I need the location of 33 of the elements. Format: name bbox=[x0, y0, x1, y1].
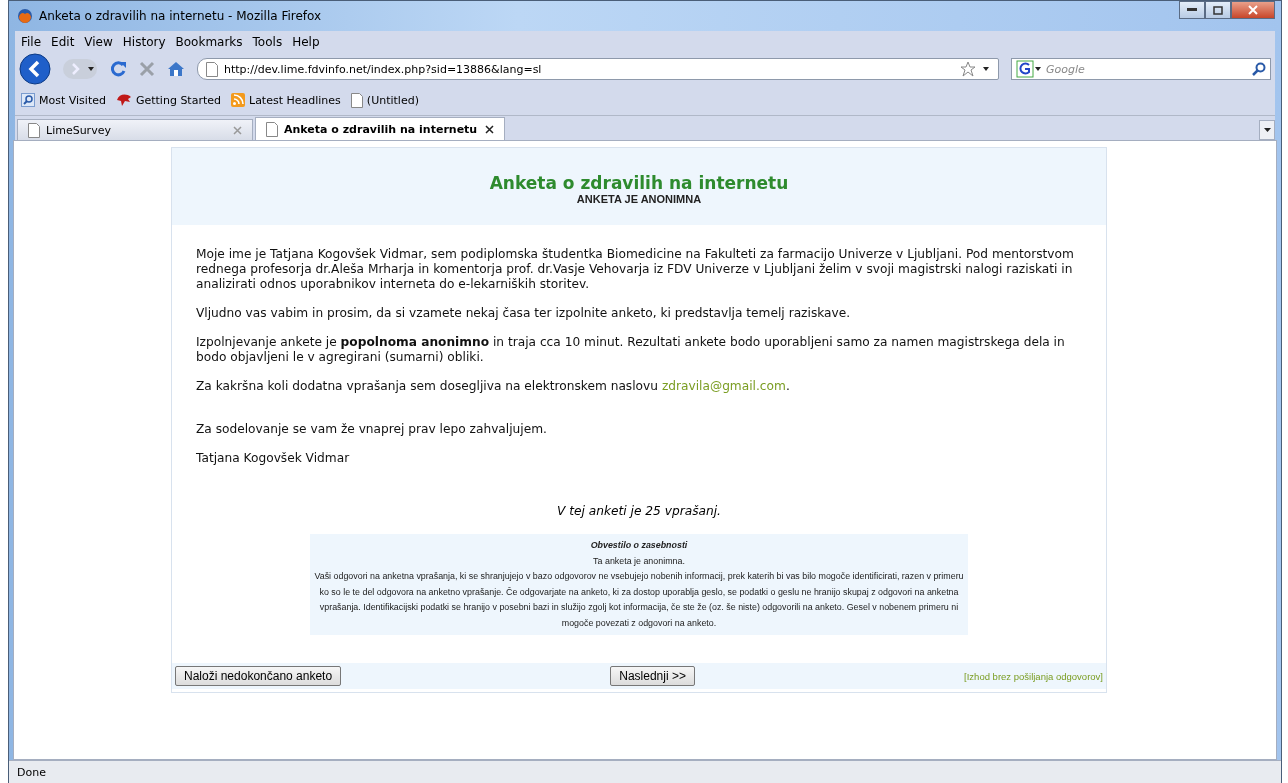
privacy-text: Ta anketa je anonimna. bbox=[592, 554, 686, 568]
menu-item[interactable]: View bbox=[84, 35, 113, 49]
search-field[interactable]: Google bbox=[1011, 58, 1271, 80]
question-count: V tej anketi je 25 vprašanj. bbox=[556, 504, 722, 518]
menu-item[interactable]: History bbox=[122, 35, 166, 49]
browser-tab[interactable]: LimeSurvey bbox=[17, 119, 253, 140]
menu-item[interactable]: Tools bbox=[252, 35, 283, 49]
survey-subtitle: ANKETA JE ANONIMNA bbox=[576, 192, 702, 205]
menu-item[interactable]: Help bbox=[292, 35, 320, 49]
url-text: http://dev.lime.fdvinfo.net/index.php?sid=13886&lang=sl bbox=[224, 62, 543, 76]
paragraph: Izpolnjevanje ankete je popolnoma anonimno in traja cca 10 minut. Rezultati ankete bodo uporabljeni samo za namen magistrskega dela in bodo objavljeni le v agregirani (sumarni) obliki. bbox=[196, 335, 1066, 365]
address-field[interactable]: http://dev.lime.fdvinfo.net/index.php?sid=13886&lang=sl bbox=[197, 58, 999, 80]
paragraph: Za kakršna koli dodatna vprašanja sem dosegljiva na elektronskem naslovu zdravila@gmail.com. bbox=[196, 379, 791, 394]
menu-item[interactable]: Edit bbox=[51, 35, 75, 49]
search-placeholder: Google bbox=[1046, 62, 1086, 76]
window-title: Anketa o zdravilih na internetu - Mozilla Firefox bbox=[39, 9, 322, 23]
bookmark-link[interactable]: Latest Headlines bbox=[249, 93, 341, 107]
load-survey-button[interactable]: Naloži nedokončano anketo bbox=[175, 666, 342, 686]
next-button[interactable]: Naslednji >> bbox=[610, 666, 695, 686]
paragraph: Za sodelovanje se vam že vnaprej prav lepo zahvaljujem. bbox=[196, 422, 548, 437]
bookmark-link[interactable]: Most Visited bbox=[39, 93, 106, 107]
privacy-title: Obvestilo o zasebnosti bbox=[589, 539, 689, 552]
bookmark-link[interactable]: (Untitled) bbox=[366, 93, 419, 107]
status-text: Done bbox=[17, 765, 46, 779]
privacy-text: Vaši odgovori na anketna vprašanja, ki se shranjujejo v bazo odgovorov ne vsebujejo nobenih informacij, prek katerih bi vas bilo mogoče identificirati, razen v primeru ko so le te del odgovora na anketno vprašanje. Če odgovarjate na anketo, ki za dostop uporablja geslo, se podatki o geslu ne hranijo skupaj z odgovori na anketna vprašanja. Identifikacijski podatki se hranijo v posebni bazi in služijo zgolj kot informacija, če ste že (oz. še niste) odgovorili na anketo. Gesel v nobenem primeru ni mogoče povezati z odgovori na anketo. bbox=[314, 570, 964, 630]
paragraph: Moje ime je Tatjana Kogovšek Vidmar, sem podiplomska študentka Biomedicine na Fakulteti za farmacijo Univerze v Ljubljani. Pod mentorstvom rednega profesorja dr.Aleša Mrharja in komentorja prof. dr.Vasje Vehovarja iz FDV Univerze v Ljubljani želim v svoji magistrski nalogi raziskati in analizirati odnos uporabnikov interneta do e-lekarniških storitev. bbox=[196, 247, 1075, 292]
bookmark-link[interactable]: Getting Started bbox=[135, 93, 221, 107]
menu-item[interactable]: Bookmarks bbox=[175, 35, 243, 49]
paragraph: Tatjana Kogovšek Vidmar bbox=[196, 451, 351, 466]
browser-tab[interactable]: Anketa o zdravilih na internetu bbox=[255, 117, 505, 140]
paragraph: Vljudno vas vabim in prosim, da si vzamete nekaj časa ter izpolnite anketo, ki predstavlja temelj raziskave. bbox=[196, 306, 852, 321]
menu-item[interactable]: File bbox=[21, 35, 42, 49]
survey-title: Anketa o zdravilih na internetu bbox=[489, 172, 789, 193]
